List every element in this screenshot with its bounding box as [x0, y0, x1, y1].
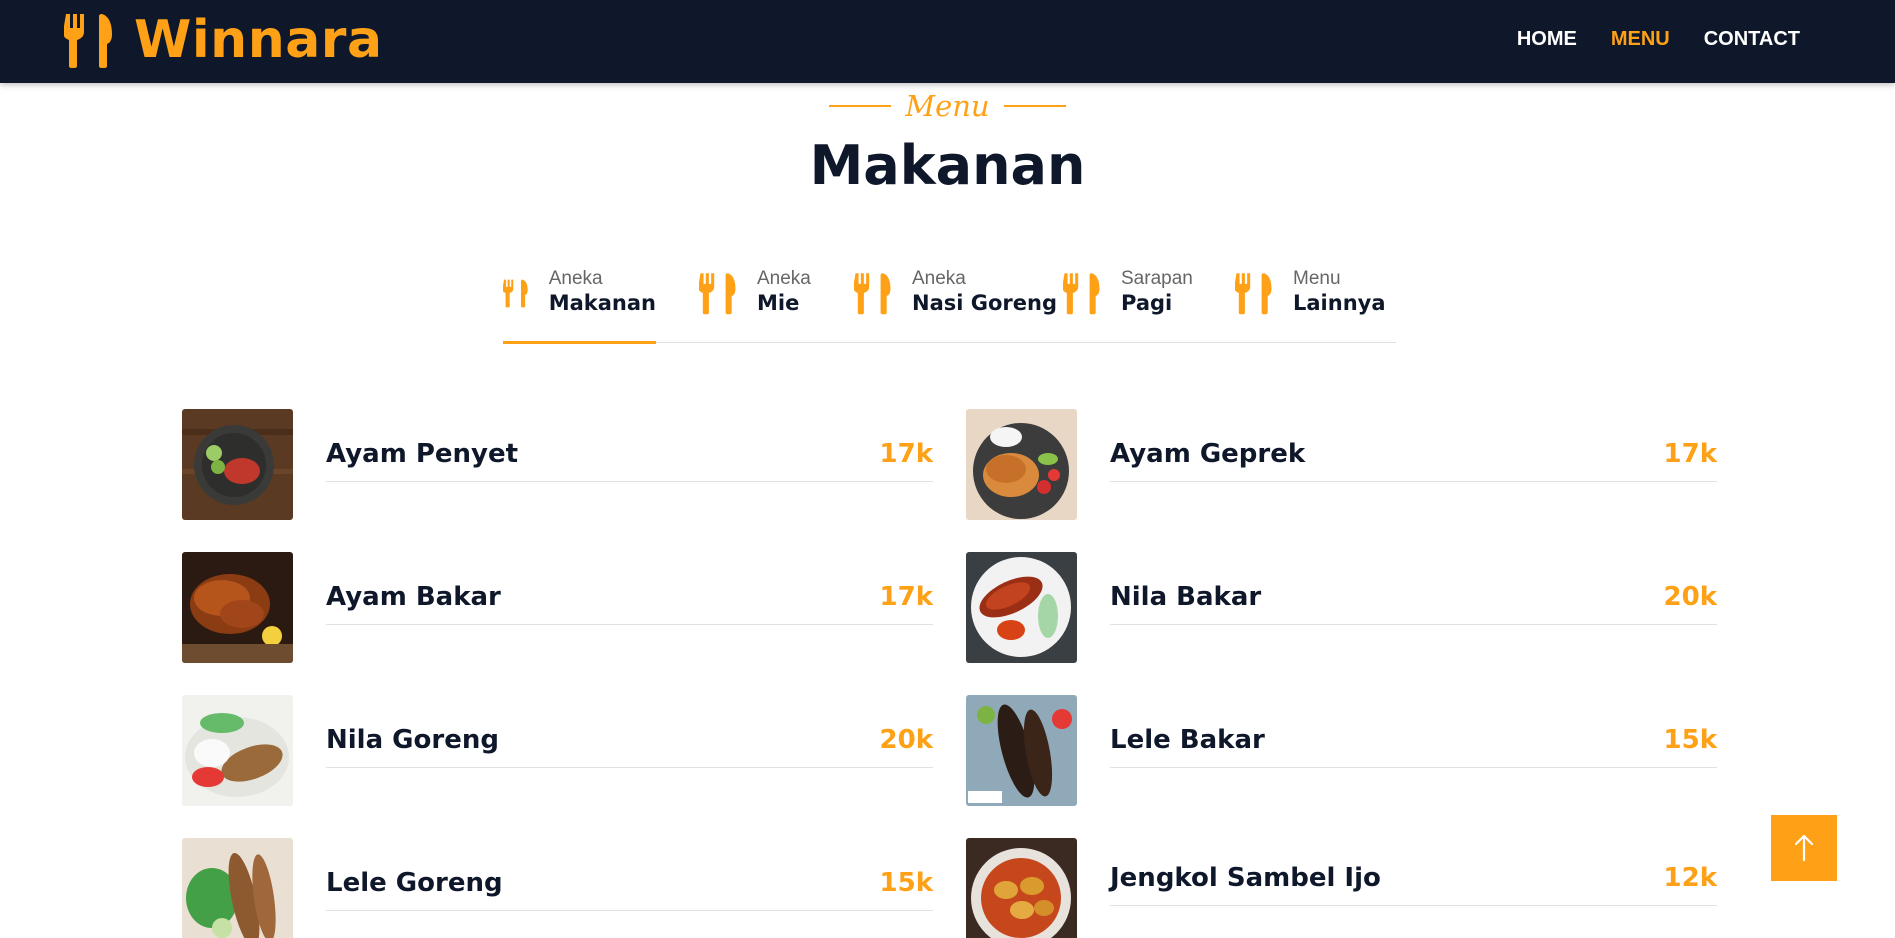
menu-item[interactable]: Nila Bakar 20k — [966, 552, 1717, 663]
tab-nasi-goreng[interactable]: Aneka Nasi Goreng — [854, 268, 1057, 343]
food-image — [966, 409, 1077, 520]
food-image — [966, 552, 1077, 663]
menu-item[interactable]: Ayam Penyet 17k — [182, 409, 933, 520]
utensils-icon — [699, 273, 736, 315]
item-name: Ayam Penyet — [326, 439, 519, 469]
nav-link-contact[interactable]: CONTACT — [1704, 28, 1800, 51]
tab-big-label: Lainnya — [1293, 291, 1386, 315]
tab-small-label: Aneka — [912, 268, 966, 289]
item-info: Nila Goreng 20k — [326, 695, 933, 768]
food-image — [966, 695, 1077, 806]
tab-big-label: Makanan — [548, 291, 656, 315]
brand-logo[interactable]: Winnara — [64, 10, 383, 70]
food-image — [182, 838, 293, 938]
item-name: Lele Bakar — [1110, 725, 1265, 755]
menu-item[interactable]: Ayam Bakar 17k — [182, 552, 933, 663]
nav-link-home[interactable]: HOME — [1517, 28, 1577, 51]
item-name: Ayam Bakar — [326, 582, 501, 612]
food-image — [182, 695, 293, 806]
tag-line-left — [829, 105, 892, 107]
item-info: Lele Goreng 15k — [326, 838, 933, 911]
menu-item[interactable]: Lele Goreng 15k — [182, 838, 933, 938]
item-name: Nila Bakar — [1110, 582, 1262, 612]
item-info: Ayam Penyet 17k — [326, 409, 933, 482]
tab-menu-lainnya[interactable]: Menu Lainnya — [1235, 268, 1386, 343]
food-image — [966, 838, 1077, 938]
tab-small-label: Aneka — [548, 268, 603, 289]
section-tag-text: Menu — [905, 89, 990, 123]
nav-link-menu[interactable]: MENU — [1611, 28, 1670, 51]
item-name: Lele Goreng — [326, 868, 503, 898]
tab-small-label: Aneka — [757, 268, 811, 289]
nav-links: HOME MENU CONTACT — [1483, 0, 1800, 78]
item-price: 15k — [1663, 725, 1717, 755]
utensils-icon — [1235, 273, 1272, 315]
item-info: Jengkol Sambel Ijo 12k — [1110, 833, 1717, 906]
item-name: Nila Goreng — [326, 725, 499, 755]
brand-name: Winnara — [134, 10, 383, 70]
tab-small-label: Menu — [1293, 268, 1341, 289]
tab-big-label: Pagi — [1121, 291, 1173, 315]
tab-small-label: Sarapan — [1121, 268, 1193, 289]
back-to-top-button[interactable] — [1771, 815, 1837, 881]
tab-big-label: Mie — [757, 291, 800, 315]
tag-line-right — [1003, 105, 1066, 107]
tab-mie[interactable]: Aneka Mie — [699, 268, 811, 343]
page-title: Makanan — [809, 134, 1086, 197]
section-tag: Menu — [0, 86, 1895, 126]
food-image — [182, 552, 293, 663]
item-price: 17k — [879, 439, 933, 469]
navbar: Winnara HOME MENU CONTACT — [0, 0, 1895, 83]
item-info: Ayam Geprek 17k — [1110, 409, 1717, 482]
item-price: 17k — [879, 582, 933, 612]
item-info: Ayam Bakar 17k — [326, 552, 933, 625]
item-price: 15k — [879, 868, 933, 898]
category-tabs: Aneka Makanan Aneka Mie Aneka Nasi Goren… — [503, 262, 1396, 344]
tab-makanan[interactable]: Aneka Makanan — [503, 268, 656, 344]
menu-item[interactable]: Lele Bakar 15k — [966, 695, 1717, 806]
item-info: Lele Bakar 15k — [1110, 695, 1717, 768]
tab-sarapan-pagi[interactable]: Sarapan Pagi — [1063, 268, 1193, 343]
utensils-icon — [64, 14, 112, 68]
menu-item[interactable]: Ayam Geprek 17k — [966, 409, 1717, 520]
arrow-up-icon — [1794, 834, 1814, 862]
item-name: Jengkol Sambel Ijo — [1110, 863, 1381, 893]
item-info: Nila Bakar 20k — [1110, 552, 1717, 625]
menu-item[interactable]: Nila Goreng 20k — [182, 695, 933, 806]
item-price: 17k — [1663, 439, 1717, 469]
item-price: 20k — [1663, 582, 1717, 612]
utensils-icon — [503, 279, 528, 308]
item-price: 20k — [879, 725, 933, 755]
item-price: 12k — [1663, 863, 1717, 893]
tab-big-label: Nasi Goreng — [912, 291, 1058, 315]
item-name: Ayam Geprek — [1110, 439, 1306, 469]
utensils-icon — [1063, 273, 1100, 315]
utensils-icon — [854, 273, 891, 315]
menu-item[interactable]: Jengkol Sambel Ijo 12k — [966, 838, 1717, 938]
food-image — [182, 409, 293, 520]
